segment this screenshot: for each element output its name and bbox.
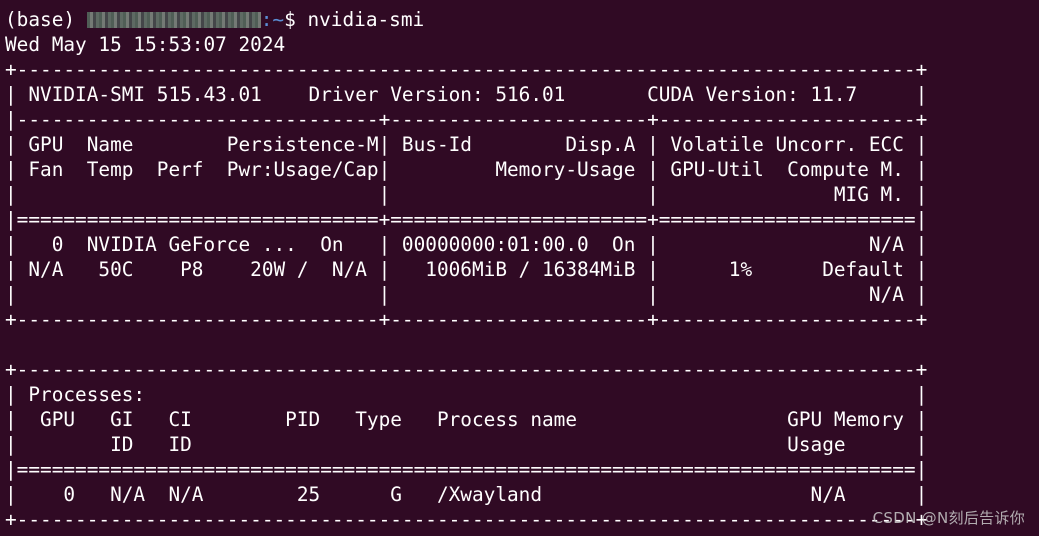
output-line: Wed May 15 15:53:07 2024 [5, 33, 286, 56]
prompt-env: (base) [5, 8, 87, 31]
output-line: |=======================================… [5, 458, 928, 481]
prompt-path: :~ [260, 8, 285, 31]
output-line: |===============================+=======… [5, 208, 928, 231]
watermark: CSDN @N刻后告诉你 [872, 509, 1025, 527]
output-line: +---------------------------------------… [5, 508, 928, 531]
output-line: +---------------------------------------… [5, 58, 928, 81]
command-text: nvidia-smi [307, 8, 425, 31]
output-line: | | | N/A | [5, 283, 928, 306]
output-line: |-------------------------------+-------… [5, 108, 928, 131]
output-line: | 0 N/A N/A 25 G /Xwayland N/A | [5, 483, 928, 506]
output-line: | GPU Name Persistence-M| Bus-Id Disp.A … [5, 133, 928, 156]
output-line: | Fan Temp Perf Pwr:Usage/Cap| Memory-Us… [5, 158, 928, 181]
output-line: | GPU GI CI PID Type Process name GPU Me… [5, 408, 928, 431]
output-line: | NVIDIA-SMI 515.43.01 Driver Version: 5… [5, 83, 928, 106]
redacted-username [86, 12, 261, 28]
output-line: +---------------------------------------… [5, 358, 928, 381]
output-line: | N/A 50C P8 20W / N/A | 1006MiB / 16384… [5, 258, 928, 281]
output-line: | ID ID Usage | [5, 433, 928, 456]
terminal-window[interactable]: (base) :~$ nvidia-smi Wed May 15 15:53:0… [0, 0, 1039, 536]
output-line: | | | MIG M. | [5, 183, 928, 206]
prompt-line: (base) :~$ nvidia-smi [5, 7, 424, 32]
output-line: +-------------------------------+-------… [5, 308, 928, 331]
output-line: | 0 NVIDIA GeForce ... On | 00000000:01:… [5, 233, 928, 256]
output-line: | Processes: | [5, 383, 928, 406]
prompt-symbol: $ [284, 8, 308, 31]
